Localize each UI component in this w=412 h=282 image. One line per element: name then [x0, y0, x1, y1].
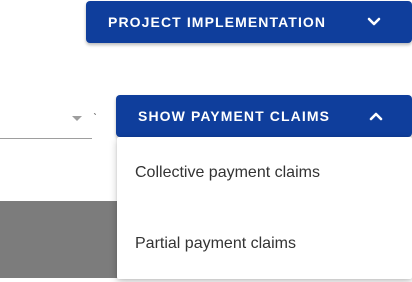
background-panel	[0, 201, 118, 278]
menu-item-collective-payment-claims[interactable]: Collective payment claims	[117, 137, 412, 208]
separator-mark: ˋ	[93, 111, 97, 125]
project-implementation-label: PROJECT IMPLEMENTATION	[108, 14, 327, 30]
filter-select[interactable]	[0, 103, 92, 139]
menu-item-partial-payment-claims[interactable]: Partial payment claims	[117, 208, 412, 279]
chevron-down-icon	[367, 17, 381, 26]
caret-down-icon[interactable]	[72, 116, 82, 121]
menu-item-label: Collective payment claims	[135, 163, 320, 181]
menu-item-label: Partial payment claims	[135, 234, 296, 252]
payment-claims-menu: Collective payment claims Partial paymen…	[117, 137, 412, 279]
chevron-up-icon	[369, 112, 383, 121]
show-payment-claims-button[interactable]: SHOW PAYMENT CLAIMS	[116, 95, 412, 137]
project-implementation-button[interactable]: PROJECT IMPLEMENTATION	[86, 1, 412, 43]
show-payment-claims-label: SHOW PAYMENT CLAIMS	[138, 108, 331, 124]
page: PROJECT IMPLEMENTATION ˋ SHOW PAYMENT CL…	[0, 0, 412, 282]
